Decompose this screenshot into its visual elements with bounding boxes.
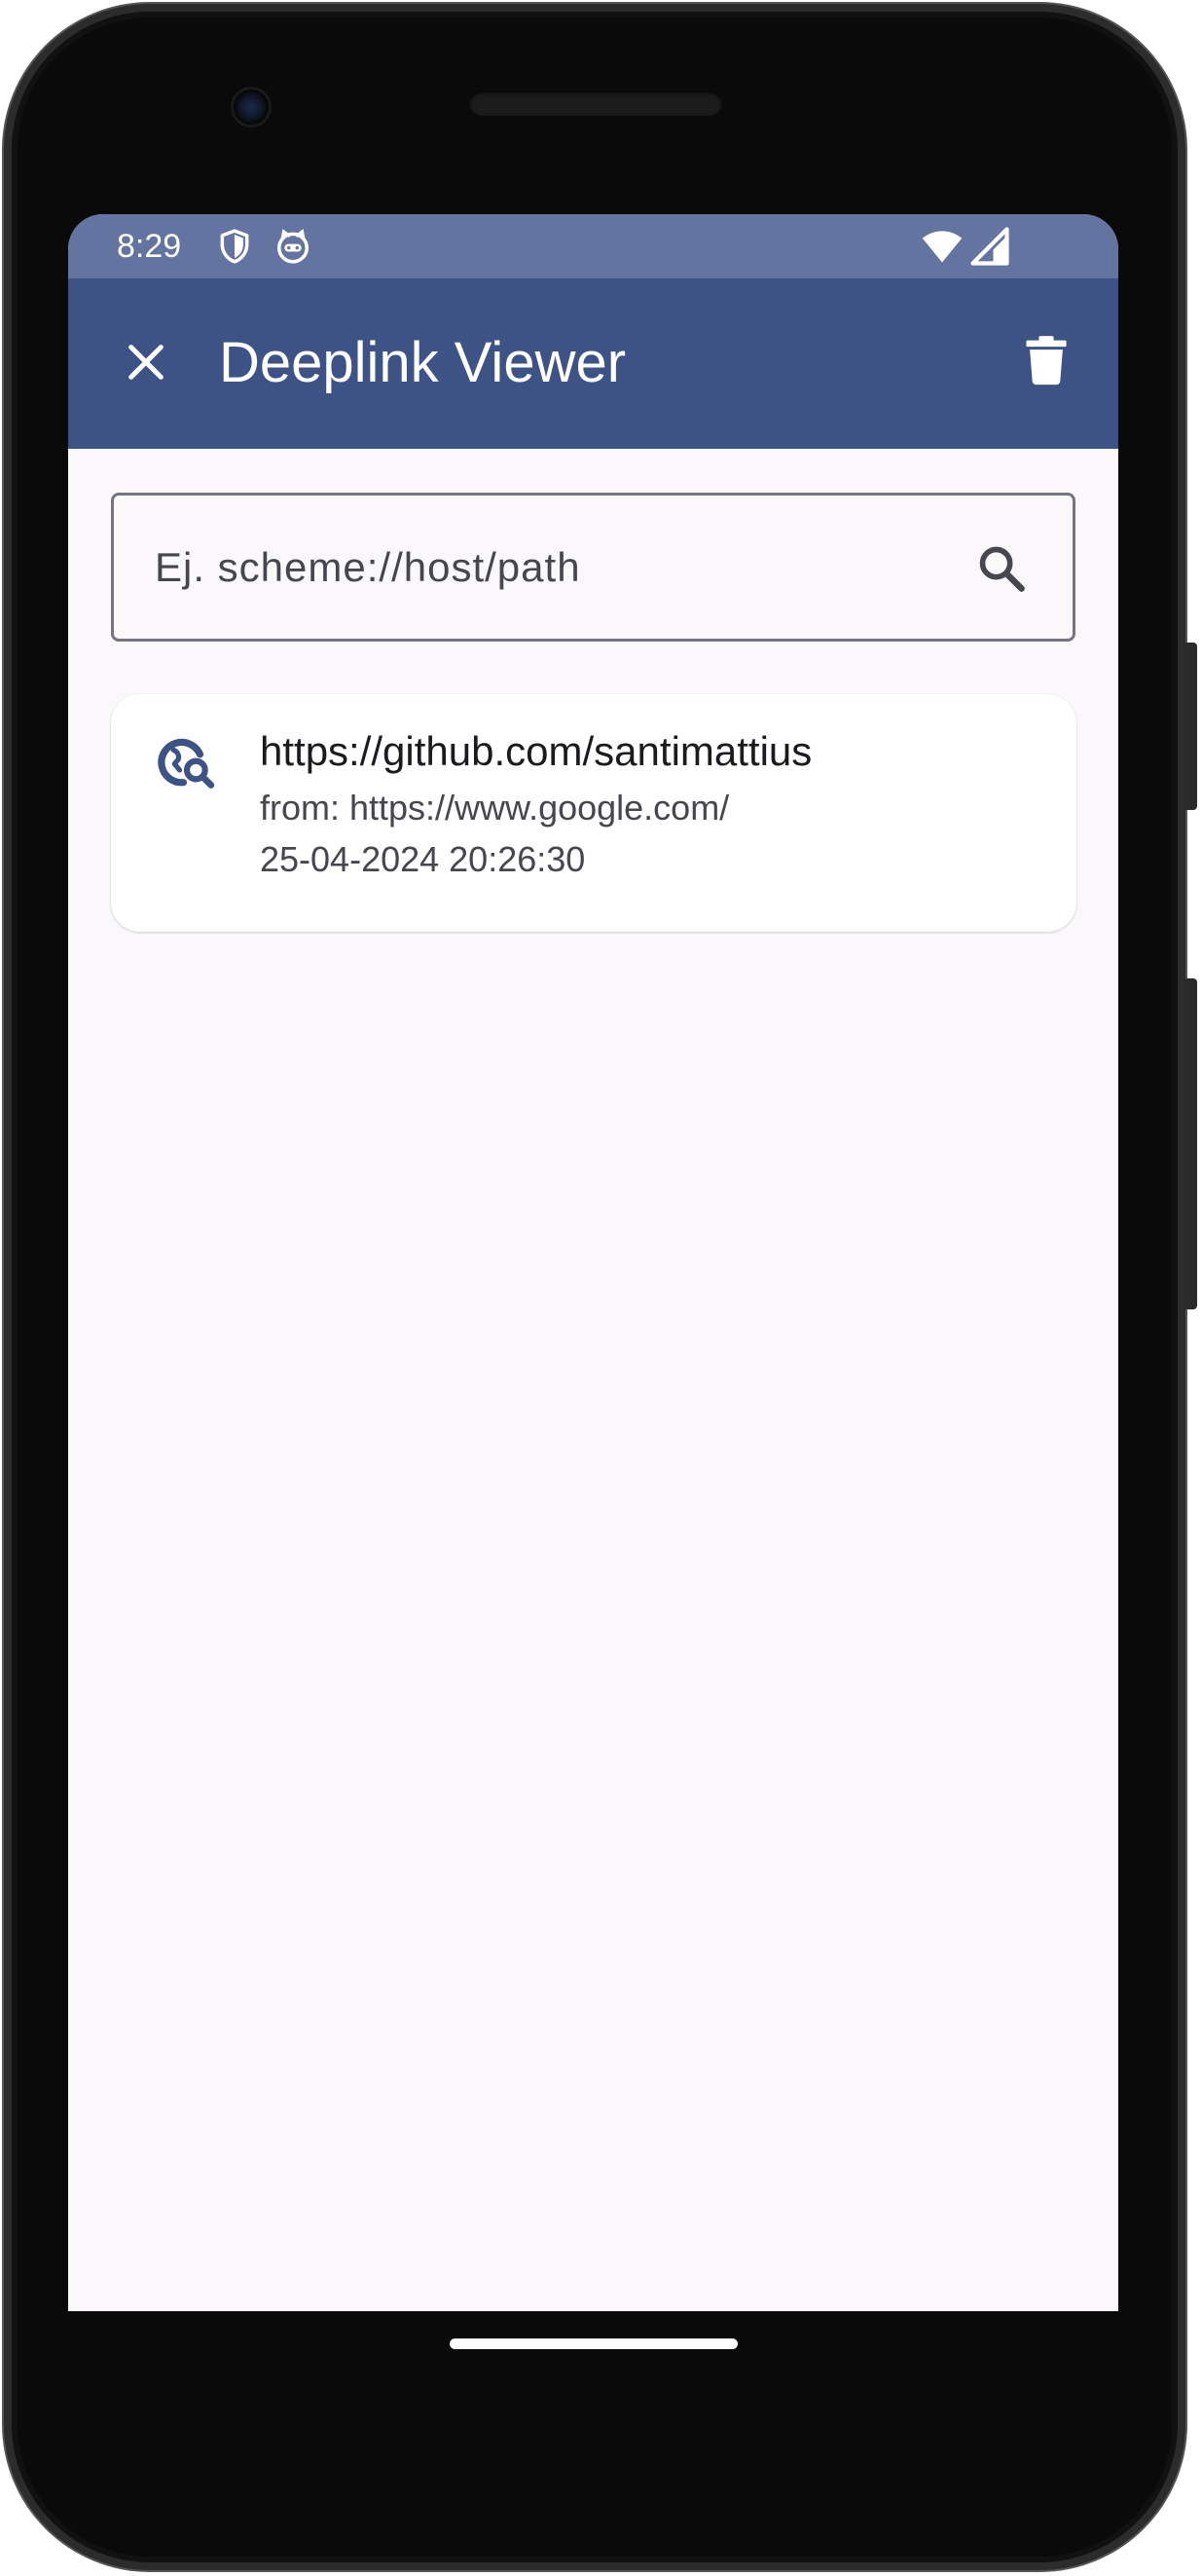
- trash-icon: [1026, 336, 1067, 386]
- front-camera: [234, 90, 269, 125]
- shield-icon: [216, 228, 253, 265]
- status-bar: 8:29: [68, 214, 1118, 278]
- power-button: [1184, 643, 1197, 810]
- deeplink-input[interactable]: [153, 496, 951, 639]
- status-time: 8:29: [117, 228, 182, 265]
- history-item[interactable]: https://github.com/santimattius from: ht…: [111, 694, 1076, 932]
- earpiece-speaker: [469, 91, 722, 116]
- home-gesture-handle[interactable]: [450, 2338, 738, 2349]
- volume-button: [1184, 978, 1197, 1309]
- search-button[interactable]: [972, 539, 1031, 598]
- navigation-bar: [68, 2311, 1118, 2438]
- close-button[interactable]: [117, 333, 175, 391]
- search-icon: [979, 546, 1025, 592]
- close-icon: [128, 345, 164, 380]
- top-app-bar: Deeplink Viewer: [68, 278, 1118, 449]
- app-screen: 8:29 Deeplink Viewer Ej. scheme://host/p…: [68, 214, 1118, 2311]
- travel-explore-icon: [156, 731, 216, 791]
- delete-history-button[interactable]: [1017, 329, 1075, 391]
- deeplink-url: https://github.com/santimattius: [260, 728, 813, 774]
- deeplink-timestamp: 25-04-2024 20:26:30: [260, 839, 586, 879]
- deeplink-search-field: [111, 493, 1075, 642]
- cat-face-icon: [274, 228, 311, 265]
- page-title: Deeplink Viewer: [219, 331, 627, 394]
- signal-icon: [969, 226, 1010, 267]
- wifi-icon: [921, 225, 964, 268]
- deeplink-referrer: from: https://www.google.com/: [260, 788, 730, 828]
